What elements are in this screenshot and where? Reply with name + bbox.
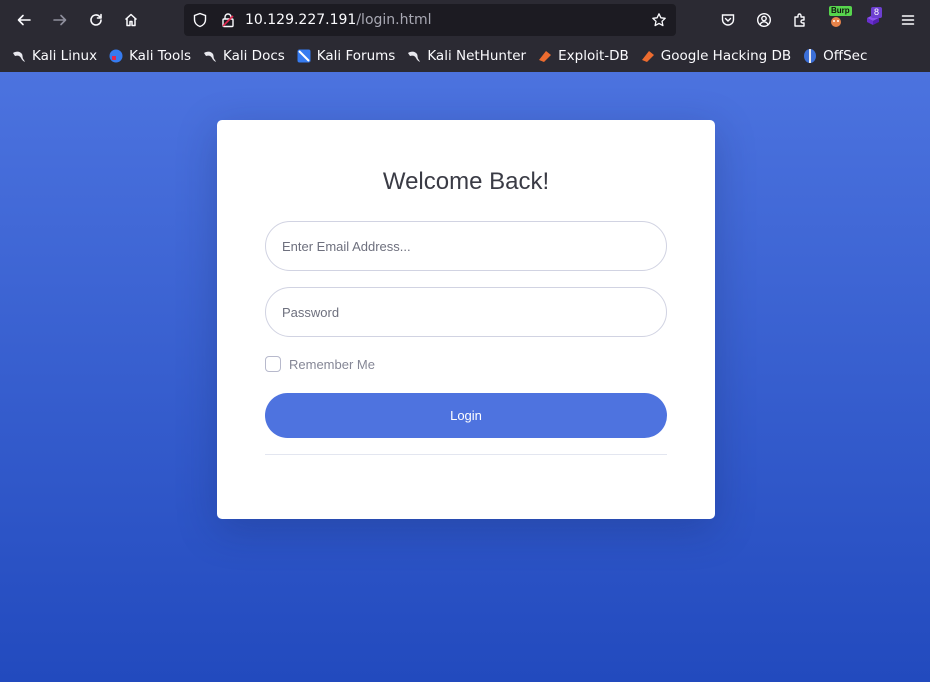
remember-me-checkbox[interactable] [265,356,281,372]
menu-icon[interactable] [896,8,920,32]
password-field[interactable] [265,287,667,337]
bookmark-label: Kali NetHunter [427,48,527,64]
home-icon[interactable] [119,8,143,32]
bookmark-offsec[interactable]: OffSec [802,44,867,68]
page-title: Welcome Back! [382,168,550,195]
kali-dragon-icon [202,48,218,64]
kali-dragon-icon [406,48,422,64]
bookmark-kali-tools[interactable]: Kali Tools [108,44,191,68]
pocket-icon[interactable] [716,8,740,32]
login-button[interactable]: Login [265,393,667,438]
url-path: /login.html [356,12,432,28]
url-bar[interactable]: 10.129.227.191/login.html [184,4,676,36]
bookmark-kali-docs[interactable]: Kali Docs [202,44,285,68]
kali-forums-icon [296,48,312,64]
burp-badge: Burp [829,6,852,16]
bookmarks-bar: Kali Linux Kali Tools Kali Docs Kali For… [0,40,930,72]
remember-me[interactable]: Remember Me [265,356,375,372]
bookmark-exploit-db[interactable]: Exploit-DB [537,44,629,68]
exploit-db-icon [537,48,553,64]
divider [265,454,667,455]
remember-me-label: Remember Me [289,356,375,372]
bookmark-google-hacking-db[interactable]: Google Hacking DB [640,44,791,68]
bookmark-kali-linux[interactable]: Kali Linux [11,44,97,68]
kali-tools-icon [108,48,124,64]
url-text[interactable]: 10.129.227.191/login.html [245,12,432,28]
back-icon[interactable] [12,8,36,32]
login-card: Welcome Back! Remember Me Login [217,120,715,519]
bookmark-label: Google Hacking DB [660,48,792,64]
forward-icon[interactable] [48,8,72,32]
star-icon[interactable] [651,12,667,28]
url-host: 10.129.227.191 [245,12,357,28]
extensions-icon[interactable] [788,8,812,32]
browser-toolbar: 10.129.227.191/login.html Burp 8 [0,0,930,40]
email-field[interactable] [265,221,667,271]
bookmark-label: Kali Forums [316,48,396,64]
bookmark-label: OffSec [823,48,868,64]
shield-icon[interactable] [192,12,208,28]
extension-count-badge: 8 [871,7,883,18]
account-icon[interactable] [752,8,776,32]
offsec-icon [802,48,818,64]
bookmark-label: Kali Docs [223,48,285,64]
reload-icon[interactable] [84,8,108,32]
kali-dragon-icon [11,48,27,64]
bookmark-label: Kali Linux [32,48,98,64]
page-content: Welcome Back! Remember Me Login [0,72,930,682]
bookmark-label: Kali Tools [129,48,191,64]
bookmark-label: Exploit-DB [558,48,629,64]
bookmark-kali-forums[interactable]: Kali Forums [296,44,396,68]
exploit-db-icon [640,48,656,64]
bookmark-kali-nethunter[interactable]: Kali NetHunter [406,44,526,68]
lock-icon[interactable] [220,12,236,28]
